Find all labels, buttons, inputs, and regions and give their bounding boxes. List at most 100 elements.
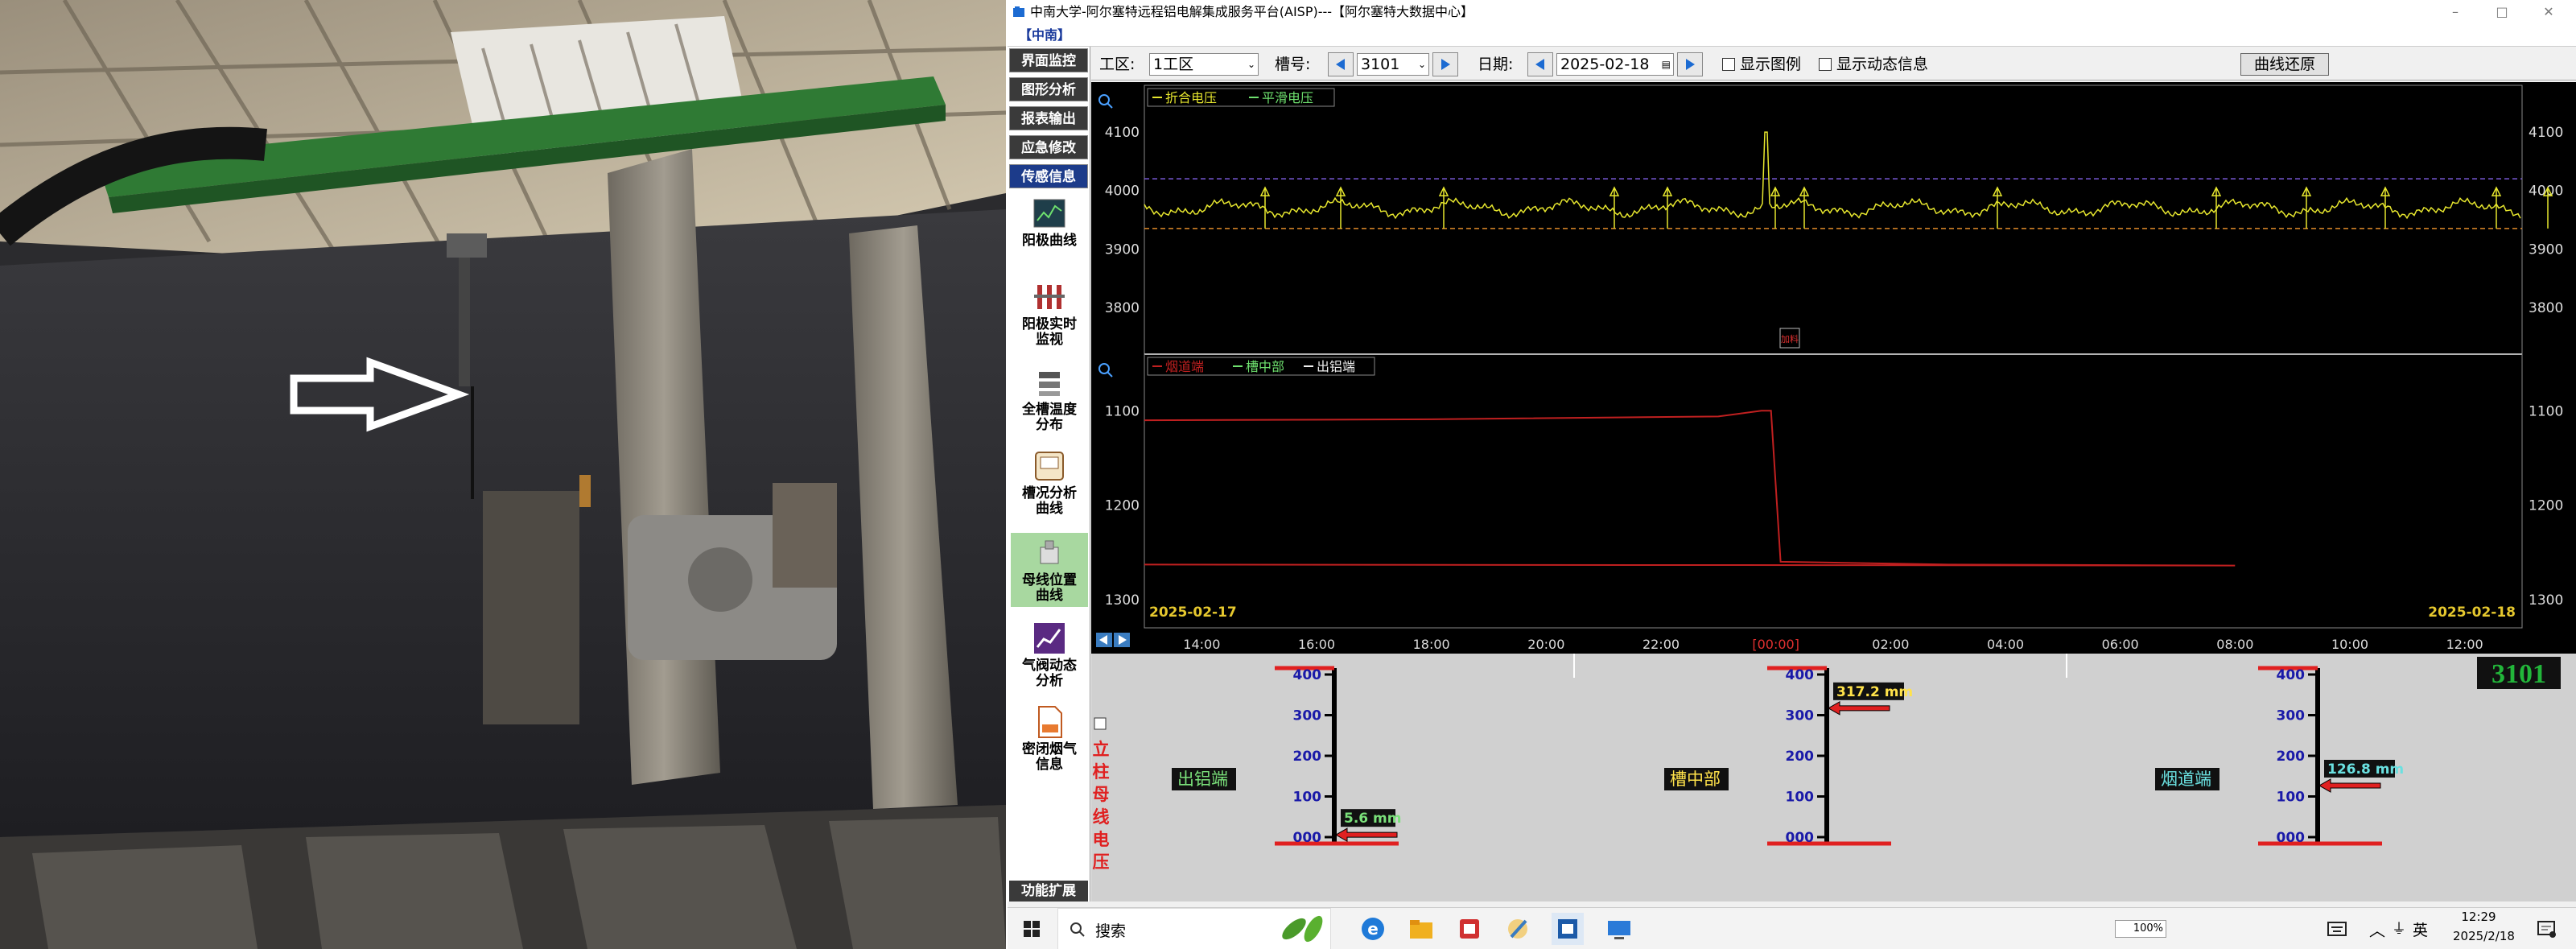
x-tick-label: 06:00 — [2102, 637, 2139, 652]
minimize-button[interactable]: – — [2437, 0, 2474, 24]
chart-pane: 折合电压 平滑电压 烟道端 槽中部 出铝端 2025-02-17 2025-02… — [1091, 82, 2576, 654]
next-cell-button[interactable] — [1432, 52, 1458, 76]
y-tick-label-left: 1200 — [1105, 498, 1140, 514]
battery-indicator[interactable]: 100% — [2115, 920, 2166, 938]
chevron-up-icon[interactable]: ︿ — [2369, 918, 2385, 941]
maximize-button[interactable]: □ — [2483, 0, 2520, 24]
date-picker[interactable]: 2025-02-18 ▤ — [1556, 53, 1674, 76]
brand-bar: 【中南】 — [1008, 24, 2576, 47]
gauge-tick-label: 200 — [2277, 749, 2306, 765]
legend-label: 槽中部 — [1246, 359, 1284, 374]
y-tick-label-right: 1200 — [2529, 498, 2563, 514]
remote-desktop-icon[interactable] — [1603, 913, 1635, 945]
legend-label: 折合电压 — [1165, 90, 1217, 105]
chevron-down-icon: ⌄ — [1417, 59, 1426, 70]
scroll-left-icon[interactable] — [1096, 633, 1112, 647]
tool-busbar-position[interactable]: 母线位置 曲线 — [1011, 533, 1088, 607]
show-dynamic-checkbox[interactable] — [1819, 58, 1832, 71]
show-legend-checkbox[interactable] — [1722, 58, 1735, 71]
gauge-tick-label: 300 — [2277, 708, 2306, 724]
menu-sensor-info[interactable]: 传感信息 — [1009, 164, 1088, 188]
anode-curve-icon — [1033, 199, 1065, 228]
svg-text:e: e — [1367, 919, 1379, 939]
y-tick-label-left: 3900 — [1105, 241, 1140, 258]
tool-valve-analysis[interactable]: 气阀动态 分析 — [1011, 621, 1088, 689]
network-icon[interactable]: ⏚ — [2392, 918, 2406, 939]
gauge-tick-label: 400 — [1786, 667, 1815, 683]
area-label: 工区: — [1099, 56, 1136, 73]
windows-start-icon[interactable] — [1024, 921, 1040, 937]
prev-cell-button[interactable] — [1328, 52, 1354, 76]
gauge-tick-label: 300 — [1786, 708, 1815, 724]
scroll-right-icon[interactable] — [1114, 633, 1130, 647]
gauge-pointer — [2318, 778, 2381, 793]
clock-time[interactable]: 12:29 — [2456, 910, 2501, 924]
tool-anode-realtime[interactable]: 阳极实时 监视 — [1011, 280, 1088, 348]
side-label-char: 压 — [1093, 852, 1110, 872]
prev-date-button[interactable] — [1527, 52, 1553, 76]
legend-label: 烟道端 — [1165, 359, 1204, 374]
window-title: 中南大学-阿尔塞特远程铝电解集成服务平台(AISP)---【阿尔塞特大数据中心】 — [1030, 4, 1474, 19]
tool-anode-curve[interactable]: 阳极曲线 — [1011, 196, 1088, 249]
tool-temperature[interactable]: 全槽温度 分布 — [1011, 365, 1088, 433]
menu-report-output[interactable]: 报表输出 — [1009, 106, 1088, 130]
search-placeholder: 搜索 — [1095, 922, 1127, 940]
function-extension-button[interactable]: 功能扩展 — [1009, 881, 1088, 902]
x-tick-label: 16:00 — [1298, 637, 1335, 652]
clock-date[interactable]: 2025/2/18 — [2453, 929, 2515, 943]
chevron-down-icon: ⌄ — [1247, 59, 1255, 70]
next-date-button[interactable] — [1677, 52, 1703, 76]
x-tick-label: 04:00 — [1987, 637, 2024, 652]
busbar-gauge-panel: 3101 立柱母线电压 400 300 200 100 000 5.6 mm 出铝端 400 3… — [1091, 654, 2576, 902]
gauges-svg: 3101 立柱母线电压 400 300 200 100 000 5.6 mm 出铝端 400 3… — [1093, 654, 2561, 872]
busbar-chart-frame — [1144, 353, 2523, 629]
x-tick-label: 22:00 — [1642, 637, 1680, 652]
tool-flue-gas[interactable]: 密闭烟气 信息 — [1011, 705, 1088, 773]
voltage-chart-frame — [1144, 85, 2523, 355]
gauge-tick-label: 400 — [1293, 667, 1322, 683]
cell-select[interactable]: 3101 ⌄ — [1357, 53, 1429, 76]
busbar-position-icon — [1040, 540, 1059, 564]
calendar-icon: ▤ — [1661, 59, 1671, 70]
app-icon — [1013, 6, 1024, 17]
cell-analysis-icon — [1035, 452, 1064, 481]
zoom-icon[interactable] — [1098, 94, 1113, 109]
tool-cell-analysis[interactable]: 槽况分析 曲线 — [1011, 449, 1088, 517]
close-button[interactable]: ✕ — [2530, 0, 2567, 24]
equipment-photo — [0, 0, 1006, 949]
file-explorer-icon[interactable] — [1408, 916, 1434, 942]
chart-dynamic-marks: 4100 41004000 40003900 39003800 38001100 1100… — [1105, 125, 2564, 652]
tool-label: 阳极曲线 — [1022, 233, 1077, 249]
arrow-left-icon — [1535, 59, 1544, 70]
gauge-label: 槽中部 — [1670, 770, 1721, 789]
curve-restore-button[interactable]: 曲线还原 — [2240, 53, 2329, 76]
date-picker-value: 2025-02-18 — [1560, 56, 1650, 73]
edge-browser-icon[interactable]: e — [1360, 916, 1386, 942]
menu-interface-monitor[interactable]: 界面监控 — [1009, 48, 1088, 72]
app-red-icon[interactable] — [1457, 916, 1482, 942]
start-date-label: 2025-02-17 — [1149, 604, 1237, 621]
area-select[interactable]: 1工区 ⌄ — [1149, 53, 1259, 76]
y-tick-label-left: 4000 — [1105, 184, 1140, 200]
side-label-char: 线 — [1093, 807, 1110, 827]
query-toolbar: 工区: 1工区 ⌄ 槽号: 3101 ⌄ 日期: 2025-02-18 ▤ 显示… — [1091, 48, 2576, 80]
arrow-left-icon — [1336, 59, 1345, 70]
aisp-taskbar-icon[interactable] — [1552, 913, 1584, 945]
gauge-value-text: 317.2 mm — [1836, 684, 1913, 700]
busbar-voltage-checkbox[interactable] — [1094, 717, 1107, 730]
y-tick-label-right: 3800 — [2529, 300, 2563, 316]
side-label-char: 立 — [1093, 740, 1110, 759]
ime-indicator[interactable]: 英 — [2413, 918, 2428, 940]
search-highlight-leaf-icon — [1282, 915, 1323, 943]
keyboard-icon[interactable] — [2327, 921, 2347, 937]
y-tick-label-right: 4100 — [2529, 125, 2563, 141]
menu-emergency-edit[interactable]: 应急修改 — [1009, 135, 1088, 159]
menu-graph-analysis[interactable]: 图形分析 — [1009, 77, 1088, 101]
x-tick-label: 14:00 — [1183, 637, 1220, 652]
zoom-icon[interactable] — [1098, 363, 1113, 378]
paint-tool-icon[interactable] — [1505, 916, 1531, 942]
voltage-series-line — [1144, 131, 2521, 220]
notification-icon[interactable] — [2537, 919, 2556, 939]
gauge-tick-label: 100 — [2277, 790, 2306, 806]
cell-number-display: 3101 — [2492, 659, 2546, 689]
